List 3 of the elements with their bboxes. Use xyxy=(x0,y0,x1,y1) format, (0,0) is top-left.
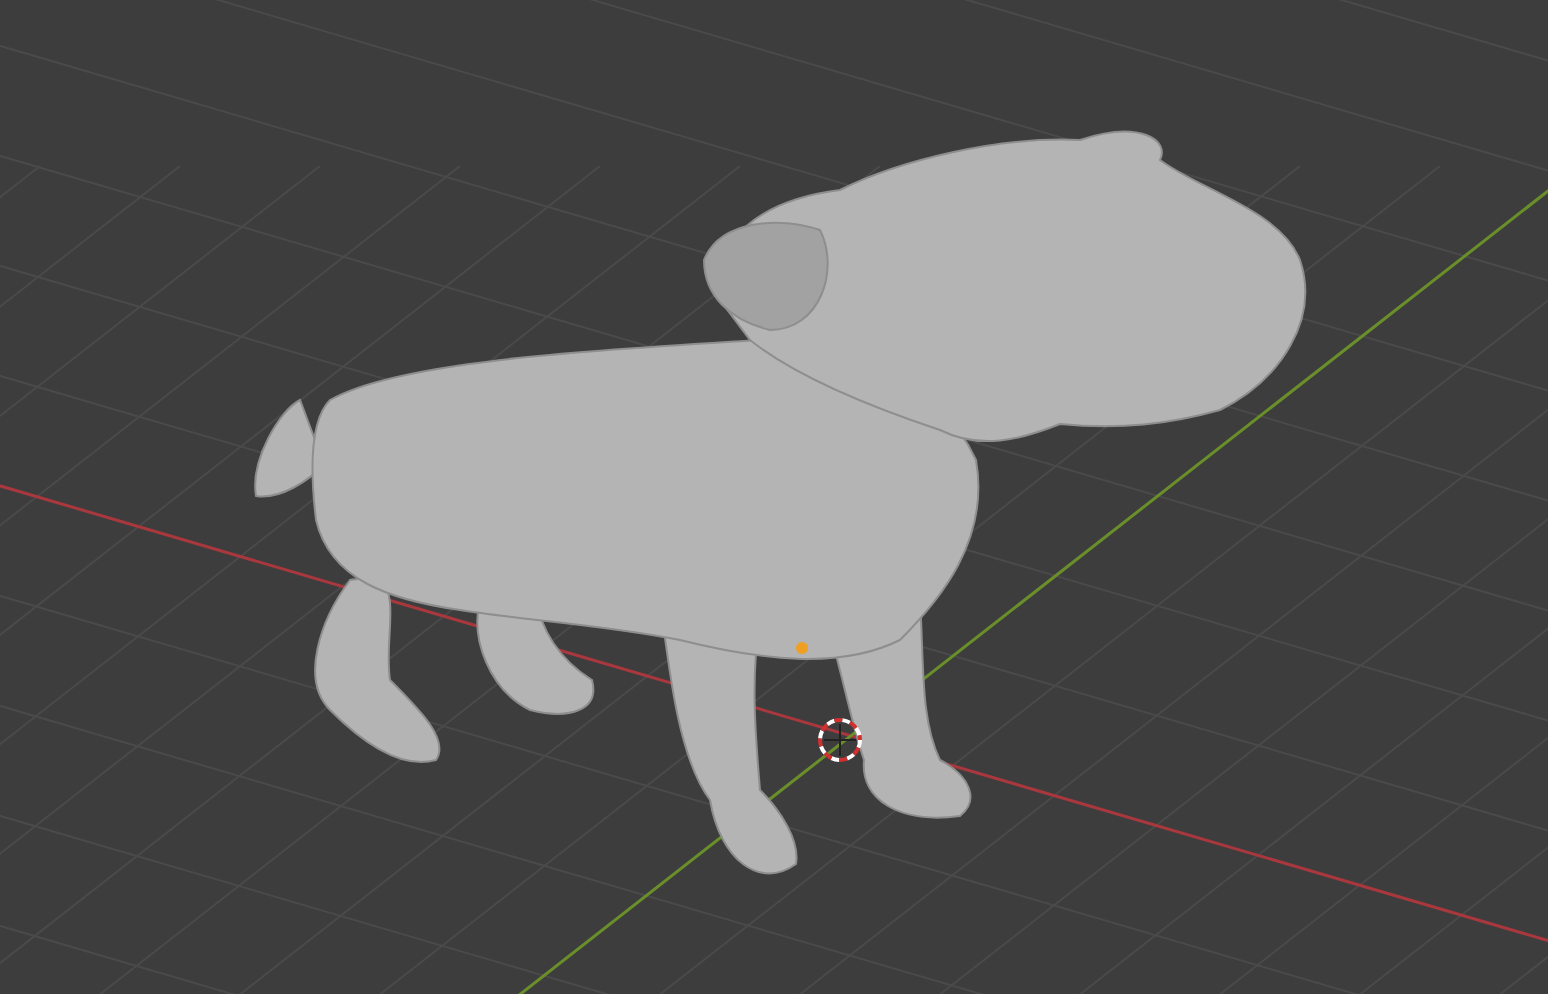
3d-cursor-icon[interactable] xyxy=(818,718,862,762)
origin-dot xyxy=(796,642,808,654)
3d-viewport[interactable] xyxy=(0,0,1548,994)
